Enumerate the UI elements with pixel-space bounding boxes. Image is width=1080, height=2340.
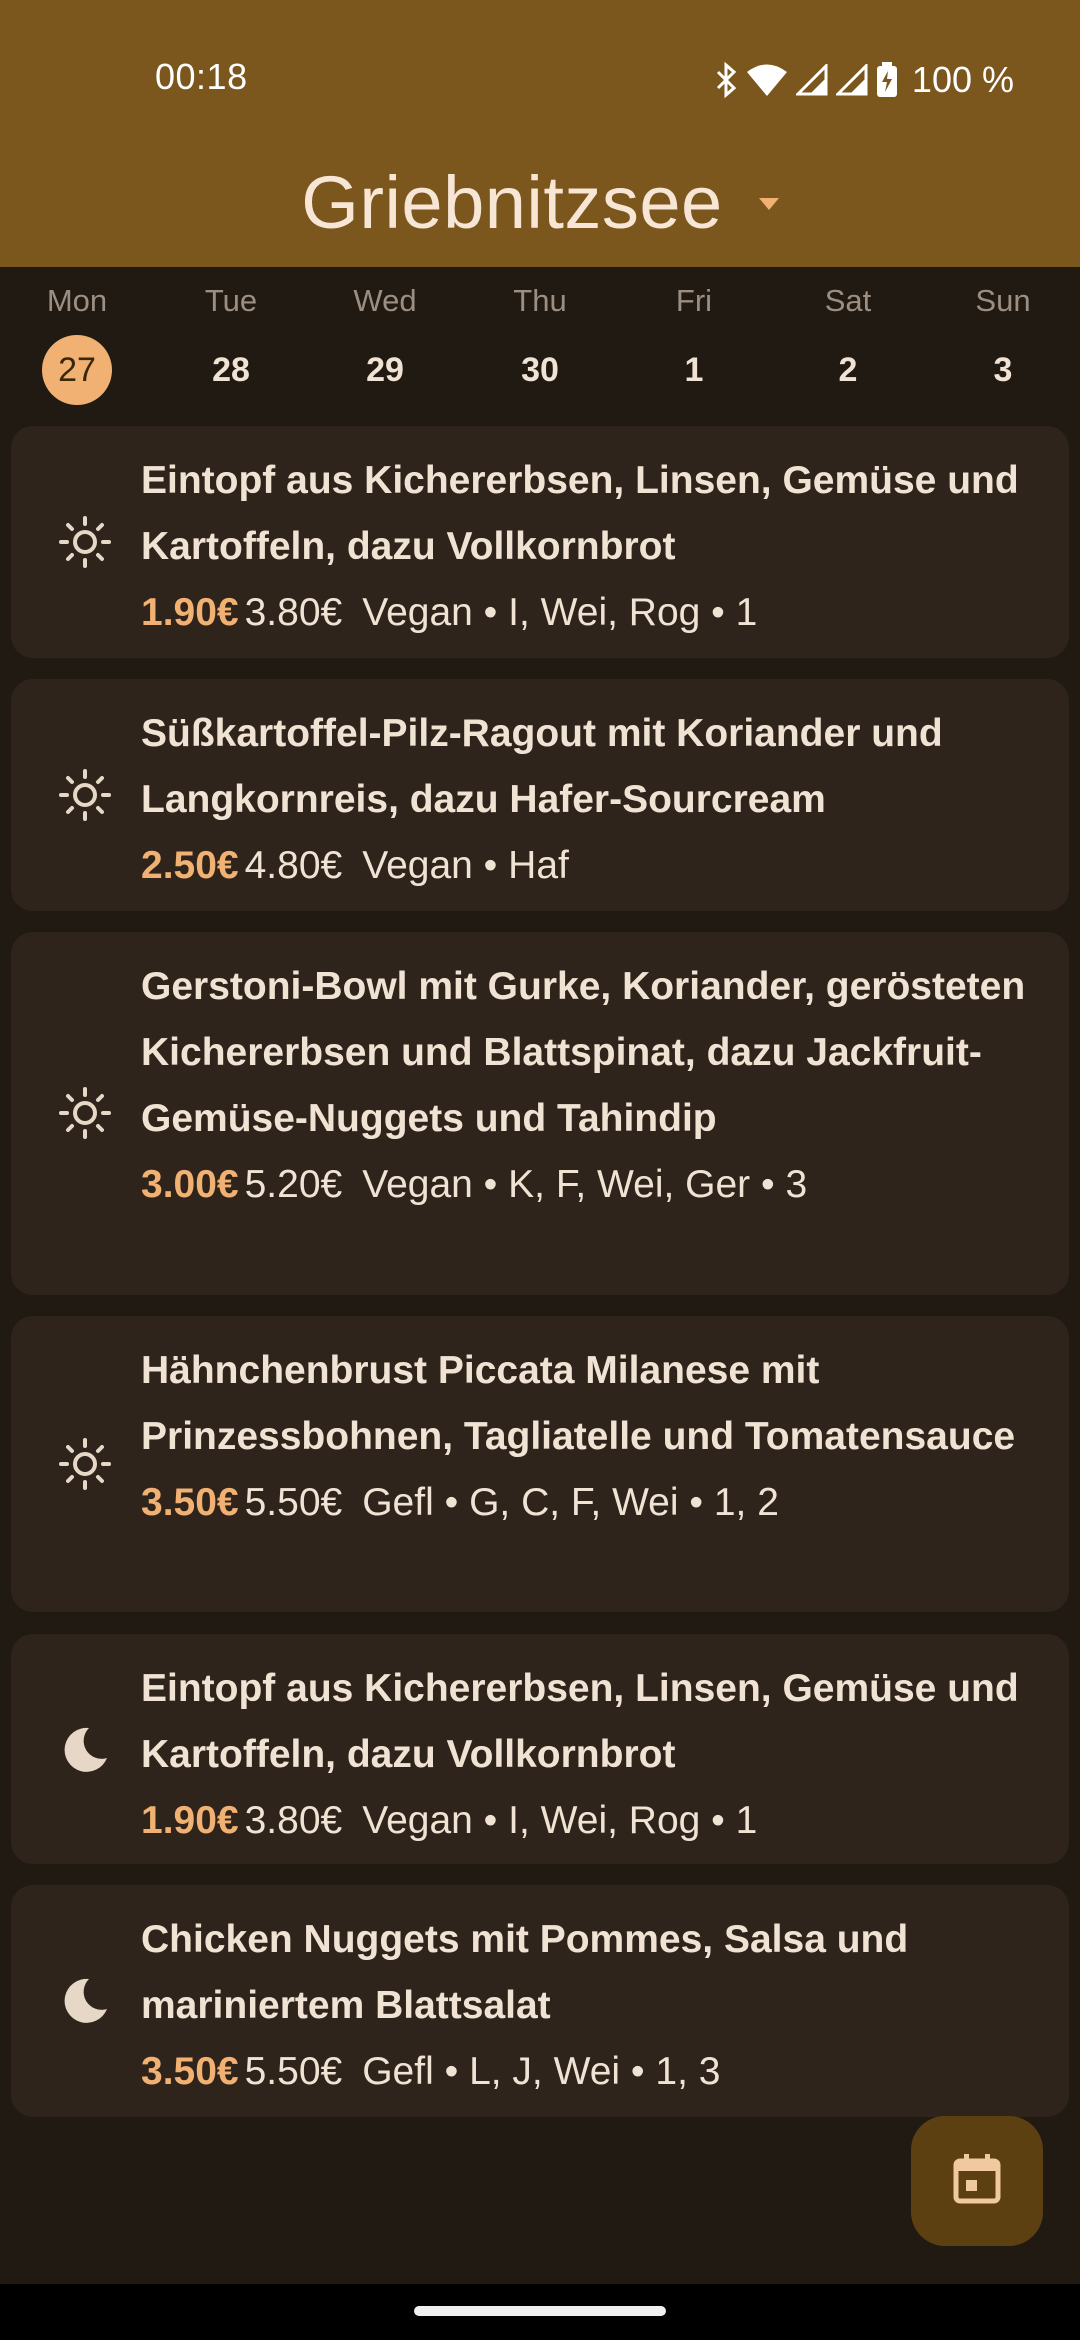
day-name: Tue [204,283,258,318]
meal-details: Hähnchenbrust Piccata Milanese mit Prinz… [141,1338,1029,1536]
meal-card[interactable]: Chicken Nuggets mit Pommes, Salsa und ma… [11,1885,1069,2117]
signal-icon [835,64,868,96]
day-name: Fri [675,283,713,318]
status-time: 00:18 [155,56,248,97]
day-date-badge: 30 [505,335,575,405]
day-date-badge: 27 [42,335,112,405]
price-other: 5.50€ [244,2050,343,2093]
day-sun[interactable]: Sun 3 [943,279,1063,409]
day-fri[interactable]: Fri 1 [634,279,754,409]
sun-icon [57,514,113,570]
price-student: 1.90€ [141,1799,239,1842]
day-date-badge: 28 [196,335,266,405]
day-date: 3 [993,350,1013,389]
day-name: Wed [353,283,417,318]
page-title[interactable]: Griebnitzsee [301,160,722,245]
price-student: 3.00€ [141,1163,239,1206]
meal-details: Chicken Nuggets mit Pommes, Salsa und ma… [141,1907,1029,2105]
day-date: 1 [684,350,704,389]
price-other: 4.80€ [244,844,343,887]
meal-name: Gerstoni-Bowl mit Gurke, Koriander, gerö… [141,965,1026,1140]
bluetooth-icon [714,62,738,98]
meal-tags: Vegan • K, F, Wei, Ger • 3 [362,1163,808,1206]
day-date: 2 [838,350,858,389]
price-other: 3.80€ [244,1799,343,1842]
day-tue[interactable]: Tue 28 [171,279,291,409]
meal-name: Süßkartoffel-Pilz-Ragout mit Koriander u… [141,712,943,821]
app-root: 00:18 100 % Griebnitzsee Mon 27 Tue 28 W… [0,0,1080,2340]
price-other: 5.20€ [244,1163,343,1206]
day-name: Thu [513,283,567,318]
calendar-icon [953,2153,1001,2209]
price-student: 2.50€ [141,844,239,887]
status-icons: 100 % [714,58,1014,102]
day-date-badge: 3 [968,335,1038,405]
sun-icon [57,1436,113,1492]
moon-icon [57,1722,113,1778]
day-date-badge: 29 [350,335,420,405]
day-wed[interactable]: Wed 29 [325,279,445,409]
meal-meta: 1.90€ 3.80€ Vegan • I, Wei, Rog • 1 [141,580,1029,646]
day-date-badge: 2 [813,335,883,405]
meal-tags: Vegan • I, Wei, Rog • 1 [362,1799,758,1842]
price-student: 3.50€ [141,1481,239,1524]
wifi-icon [746,63,788,97]
day-name: Sat [824,283,872,318]
meal-name: Eintopf aus Kichererbsen, Linsen, Gemüse… [141,1667,1019,1776]
day-date: 28 [212,350,250,389]
day-name: Sun [975,283,1031,318]
meal-details: Süßkartoffel-Pilz-Ragout mit Koriander u… [141,701,1029,899]
price-student: 3.50€ [141,2050,239,2093]
day-date-badge: 1 [659,335,729,405]
day-sat[interactable]: Sat 2 [788,279,908,409]
status-bar: 00:18 100 % [0,0,1080,160]
price-other: 5.50€ [244,1481,343,1524]
day-date: 27 [58,350,96,389]
meal-details: Eintopf aus Kichererbsen, Linsen, Gemüse… [141,1656,1029,1854]
meal-tags: Gefl • G, C, F, Wei • 1, 2 [362,1481,779,1524]
caret-down-icon[interactable] [758,197,779,215]
day-thu[interactable]: Thu 30 [480,279,600,409]
battery-percent: 100 % [911,59,1014,100]
battery-charging-icon [876,62,898,98]
meal-meta: 3.00€ 5.20€ Vegan • K, F, Wei, Ger • 3 [141,1152,1029,1218]
meal-card[interactable]: Eintopf aus Kichererbsen, Linsen, Gemüse… [11,426,1069,658]
sun-icon [57,767,113,823]
price-other: 3.80€ [244,591,343,634]
sun-icon [57,1085,113,1141]
app-header: 00:18 100 % Griebnitzsee [0,0,1080,267]
signal-icon [795,64,828,96]
meal-card[interactable]: Hähnchenbrust Piccata Milanese mit Prinz… [11,1316,1069,1612]
meal-meta: 3.50€ 5.50€ Gefl • G, C, F, Wei • 1, 2 [141,1470,1029,1536]
meal-tags: Vegan • Haf [362,844,569,887]
location-selector[interactable]: Griebnitzsee [0,152,1080,252]
meal-tags: Gefl • L, J, Wei • 1, 3 [362,2050,721,2093]
meal-meta: 3.50€ 5.50€ Gefl • L, J, Wei • 1, 3 [141,2039,1029,2105]
home-indicator[interactable] [414,2306,666,2316]
meal-name: Chicken Nuggets mit Pommes, Salsa und ma… [141,1918,909,2027]
week-day-selector: Mon 27 Tue 28 Wed 29 Thu 30 Fri 1 Sat 2 … [0,267,1080,417]
meal-card[interactable]: Eintopf aus Kichererbsen, Linsen, Gemüse… [11,1634,1069,1864]
meal-name: Hähnchenbrust Piccata Milanese mit Prinz… [141,1349,1016,1458]
meal-details: Eintopf aus Kichererbsen, Linsen, Gemüse… [141,448,1029,646]
meal-name: Eintopf aus Kichererbsen, Linsen, Gemüse… [141,459,1019,568]
price-student: 1.90€ [141,591,239,634]
day-name: Mon [46,283,108,318]
meal-tags: Vegan • I, Wei, Rog • 1 [362,591,758,634]
day-mon[interactable]: Mon 27 [17,279,137,409]
meal-details: Gerstoni-Bowl mit Gurke, Koriander, gerö… [141,954,1029,1218]
day-date: 29 [366,350,404,389]
meal-card[interactable]: Süßkartoffel-Pilz-Ragout mit Koriander u… [11,679,1069,911]
calendar-button[interactable] [911,2116,1043,2246]
day-date: 30 [521,350,559,389]
meal-card[interactable]: Gerstoni-Bowl mit Gurke, Koriander, gerö… [11,932,1069,1295]
meal-meta: 1.90€ 3.80€ Vegan • I, Wei, Rog • 1 [141,1788,1029,1854]
moon-icon [57,1973,113,2029]
meal-meta: 2.50€ 4.80€ Vegan • Haf [141,833,1029,899]
